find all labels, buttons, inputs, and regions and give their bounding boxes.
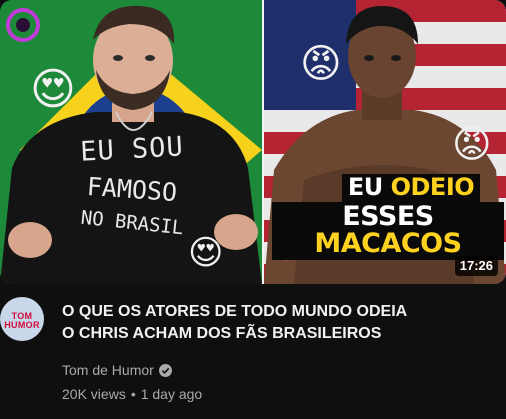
video-details: O QUE OS ATORES DE TODO MUNDO ODEIA O CH…	[62, 301, 492, 404]
shirt-text-line1: EU SOU	[79, 131, 185, 168]
shirt-text-line2: FAMOSO	[85, 171, 179, 208]
channel-avatar[interactable]: TOM HUMOR	[0, 297, 44, 341]
thumbnail-caption: EU ODEIO ESSES MACACOS	[272, 174, 504, 260]
channel-row: Tom de Humor	[62, 360, 492, 380]
shirt-text: EU SOU FAMOSO NO BRASIL	[62, 131, 202, 239]
heart-eyes-emoji-icon: 😍	[30, 65, 76, 114]
video-card[interactable]: EU SOU FAMOSO NO BRASIL 😍 😍 😡 😡 EU ODEIO…	[0, 0, 506, 419]
caption-word-eu: EU	[347, 173, 383, 201]
verified-badge-icon	[158, 363, 172, 377]
stats-separator: •	[130, 386, 136, 402]
video-stats: 20K views • 1 day ago	[62, 384, 492, 404]
caption-word-odeio: ODEIO	[390, 173, 475, 201]
view-count: 20K views	[62, 386, 126, 402]
video-title[interactable]: O QUE OS ATORES DE TODO MUNDO ODEIA O CH…	[62, 301, 492, 345]
angry-face-emoji-small-icon: 😡	[452, 124, 492, 166]
duration-badge: 17:26	[454, 256, 498, 276]
angry-face-emoji-icon: 😡	[300, 42, 342, 86]
channel-watermark-icon	[6, 8, 40, 42]
heart-eyes-emoji-small-icon: 😍	[188, 234, 224, 272]
upload-age: 1 day ago	[140, 386, 203, 402]
video-thumbnail[interactable]: EU SOU FAMOSO NO BRASIL 😍 😍 😡 😡 EU ODEIO…	[0, 0, 506, 284]
avatar-text-top: TOM	[11, 311, 33, 321]
caption-line1: EU ODEIO	[341, 173, 481, 202]
channel-name[interactable]: Tom de Humor	[62, 362, 154, 378]
caption-line2: ESSES MACACOS	[272, 202, 504, 260]
video-title-line2: O CHRIS ACHAM DOS FÃS BRASILEIROS	[62, 325, 382, 342]
video-title-line1: O QUE OS ATORES DE TODO MUNDO ODEIA	[62, 303, 408, 320]
caption-word-macacos: MACACOS	[314, 228, 462, 259]
avatar-text-bottom: HUMOR	[4, 320, 40, 330]
avatar-text: TOM HUMOR	[0, 311, 44, 331]
